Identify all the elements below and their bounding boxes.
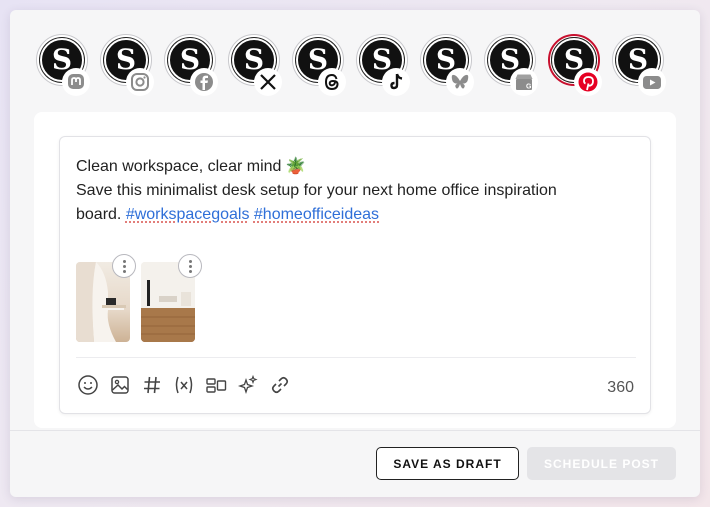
post-text[interactable]: Clean workspace, clear mind 🪴 Save this … — [76, 155, 636, 227]
layout-icon[interactable] — [204, 373, 228, 397]
google-business-icon: G — [510, 68, 538, 96]
save-as-draft-button[interactable]: SAVE AS DRAFT — [376, 447, 519, 480]
account-instagram[interactable]: S — [98, 32, 156, 106]
account-tiktok[interactable]: S — [354, 32, 412, 106]
editor-divider — [76, 357, 636, 358]
mastodon-icon — [62, 68, 90, 96]
post-line-3: board. #workspacegoals #homeofficeideas — [76, 203, 636, 227]
hashtag-homeofficeideas[interactable]: #homeofficeideas — [254, 206, 379, 223]
hashtag-icon[interactable] — [140, 373, 164, 397]
threads-icon — [318, 68, 346, 96]
account-selector: S S S S S S S S G S S — [34, 32, 694, 106]
post-editor[interactable]: Clean workspace, clear mind 🪴 Save this … — [59, 136, 651, 414]
youtube-icon — [638, 68, 666, 96]
variable-icon[interactable] — [172, 373, 196, 397]
account-bluesky[interactable]: S — [418, 32, 476, 106]
schedule-post-button[interactable]: SCHEDULE POST — [527, 447, 676, 480]
post-line-3-prefix: board. — [76, 206, 126, 223]
bluesky-icon — [446, 68, 474, 96]
post-line-1: Clean workspace, clear mind 🪴 — [76, 158, 306, 175]
compose-modal: S S S S S S S S G S S Clean workspace, c… — [10, 10, 700, 497]
account-x[interactable]: S — [226, 32, 284, 106]
post-line-2: Save this minimalist desk setup for your… — [76, 182, 557, 199]
account-threads[interactable]: S — [290, 32, 348, 106]
facebook-icon — [190, 68, 218, 96]
link-icon[interactable] — [268, 373, 292, 397]
account-mastodon[interactable]: S — [34, 32, 92, 106]
media-2-options-button[interactable] — [178, 254, 202, 278]
ai-sparkle-icon[interactable] — [236, 373, 260, 397]
tiktok-icon — [382, 68, 410, 96]
account-youtube[interactable]: S — [610, 32, 668, 106]
pinterest-icon — [574, 68, 602, 96]
svg-text:G: G — [526, 84, 532, 91]
emoji-icon[interactable] — [76, 373, 100, 397]
compose-card: Clean workspace, clear mind 🪴 Save this … — [34, 112, 676, 428]
account-pinterest[interactable]: S — [546, 32, 604, 106]
account-google-business[interactable]: S G — [482, 32, 540, 106]
image-icon[interactable] — [108, 373, 132, 397]
character-counter: 360 — [607, 379, 634, 396]
media-1-options-button[interactable] — [112, 254, 136, 278]
instagram-icon — [126, 68, 154, 96]
hashtag-workspacegoals[interactable]: #workspacegoals — [126, 206, 250, 223]
x-icon — [254, 68, 282, 96]
account-facebook[interactable]: S — [162, 32, 220, 106]
footer-divider — [10, 430, 700, 431]
